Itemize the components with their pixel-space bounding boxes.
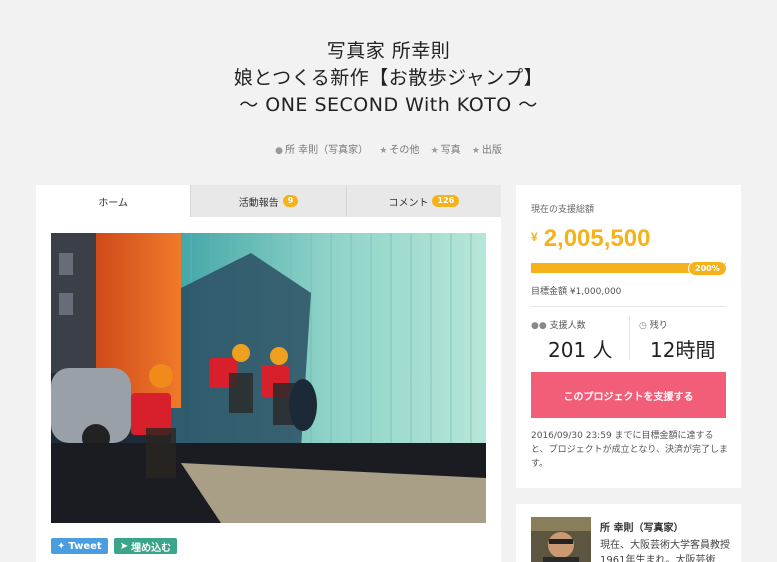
backers-label: ●● 支援人数: [531, 318, 586, 331]
backers-label-text: 支援人数: [549, 321, 586, 331]
funding-panel: 現在の支援総額 ¥2,005,500 200% 目標金額 ¥1,000,000 …: [516, 185, 741, 488]
meta-category-publishing[interactable]: ★ 出版: [472, 141, 502, 156]
progress-percent-badge: 200%: [688, 261, 727, 276]
currency-symbol: ¥: [531, 230, 538, 244]
star-icon: ★: [430, 146, 439, 156]
title-line-2: 娘とつくる新作【お散歩ジャンプ】: [233, 67, 544, 89]
share-buttons: ✦ Tweet ➤ 埋め込む: [51, 538, 178, 554]
star-icon: ★: [379, 146, 388, 156]
funding-amount: ¥2,005,500: [531, 225, 650, 253]
tab-activity-reports[interactable]: 活動報告 9: [191, 185, 347, 217]
meta-category-other[interactable]: ★ その他: [379, 141, 419, 156]
stat-divider: [629, 316, 630, 360]
tweet-label: Tweet: [68, 540, 102, 552]
photo-illustration: [51, 233, 486, 523]
meta-author[interactable]: ● 所 幸則（写真家）: [275, 141, 368, 156]
meta-category-photo[interactable]: ★ 写真: [431, 141, 461, 156]
twitter-icon: ✦: [57, 540, 66, 552]
clock-icon: ◷: [639, 321, 647, 331]
goal-amount: 目標金額 ¥1,000,000: [531, 287, 622, 297]
tab-home[interactable]: ホーム: [36, 185, 192, 217]
remaining-label-text: 残り: [649, 321, 668, 331]
avatar[interactable]: [531, 517, 591, 562]
meta-category-label: 出版: [481, 145, 502, 156]
star-icon: ★: [471, 146, 480, 156]
tab-comments[interactable]: コメント 126: [347, 185, 501, 217]
profile-card: 所 幸則（写真家） 現在、大阪芸術大学客員教授 1961年生まれ。大阪芸術: [516, 504, 741, 562]
title-line-1: 写真家 所幸則: [326, 40, 451, 62]
remaining-label: ◷ 残り: [639, 318, 668, 331]
embed-label: 埋め込む: [131, 542, 172, 554]
funding-label: 現在の支援総額: [531, 205, 595, 215]
support-project-button[interactable]: このプロジェクトを支援する: [531, 372, 726, 418]
meta-author-label: 所 幸則（写真家）: [284, 145, 369, 156]
project-meta: ● 所 幸則（写真家） ★ その他 ★ 写真 ★ 出版: [0, 141, 777, 156]
funding-deadline-note: 2016/09/30 23:59 までに目標金額に達すると、プロジェクトが成立と…: [531, 431, 729, 469]
meta-category-label: その他: [389, 145, 420, 156]
meta-category-label: 写真: [440, 145, 461, 156]
remaining-time: 12時間: [650, 338, 716, 362]
amount-value: 2,005,500: [543, 225, 651, 252]
divider: [531, 306, 726, 307]
tweet-button[interactable]: ✦ Tweet: [51, 538, 108, 554]
profile-name[interactable]: 所 幸則（写真家）: [600, 519, 683, 534]
profile-description: 現在、大阪芸術大学客員教授 1961年生まれ。大阪芸術: [600, 540, 730, 562]
count-badge: 9: [282, 195, 299, 207]
project-title: 写真家 所幸則 娘とつくる新作【お散歩ジャンプ】 〜 ONE SECOND Wi…: [0, 38, 777, 119]
title-line-3: 〜 ONE SECOND With KOTO 〜: [239, 94, 538, 116]
share-icon: ➤: [119, 540, 129, 552]
tab-bar: ホーム 活動報告 9 コメント 126: [36, 185, 501, 217]
user-icon: ●: [275, 146, 283, 156]
count-badge: 126: [432, 195, 460, 207]
embed-button[interactable]: ➤ 埋め込む: [113, 538, 178, 554]
backers-count: 201 人: [548, 338, 613, 362]
project-main-photo: [51, 233, 486, 523]
avatar-image: [531, 517, 591, 562]
tab-label: コメント: [388, 197, 429, 209]
main-panel: ホーム 活動報告 9 コメント 126 ✦ Tweet ➤ 埋め込む: [36, 185, 501, 562]
users-icon: ●●: [531, 321, 547, 331]
tab-label: 活動報告: [238, 197, 279, 209]
tab-label: ホーム: [98, 197, 129, 209]
